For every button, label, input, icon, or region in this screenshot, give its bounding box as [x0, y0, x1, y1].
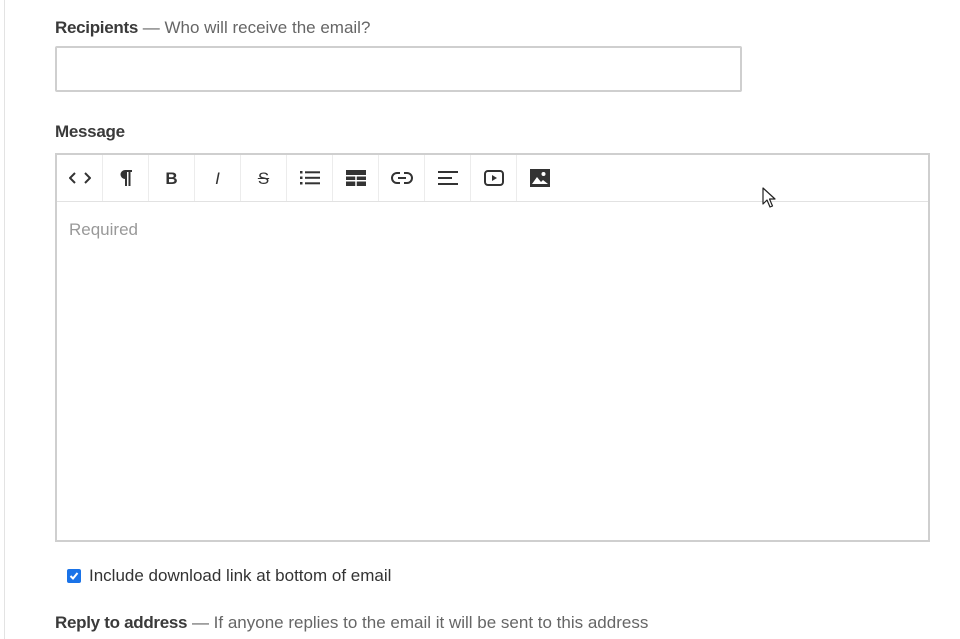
link-icon	[390, 172, 413, 184]
video-button[interactable]	[471, 155, 517, 201]
image-icon	[530, 169, 550, 187]
link-button[interactable]	[379, 155, 425, 201]
download-link-label: Include download link at bottom of email	[89, 566, 392, 585]
recipients-hint: — Who will receive the email?	[142, 18, 371, 37]
message-title: Message	[55, 122, 125, 141]
checkmark-icon	[69, 572, 79, 580]
email-form: Recipients — Who will receive the email?…	[4, 0, 960, 639]
message-label: Message	[55, 121, 125, 143]
table-icon	[345, 170, 366, 186]
message-editor: B I S Required	[55, 153, 930, 542]
strikethrough-icon: S	[257, 168, 270, 188]
recipients-title: Recipients	[55, 18, 138, 37]
recipients-input[interactable]	[55, 46, 742, 92]
pilcrow-icon	[120, 170, 132, 186]
code-icon	[68, 172, 91, 184]
download-link-option[interactable]: Include download link at bottom of email	[67, 566, 391, 586]
italic-icon: I	[215, 168, 220, 188]
bold-icon: B	[165, 168, 178, 188]
editor-toolbar: B I S	[57, 155, 928, 202]
reply-to-title: Reply to address	[55, 613, 188, 632]
image-button[interactable]	[517, 155, 563, 201]
italic-button[interactable]: I	[195, 155, 241, 201]
video-icon	[483, 170, 504, 186]
message-body[interactable]: Required	[57, 202, 928, 541]
bold-button[interactable]: B	[149, 155, 195, 201]
reply-to-hint: — If anyone replies to the email it will…	[191, 613, 649, 632]
message-placeholder: Required	[69, 220, 138, 239]
align-left-icon	[437, 171, 458, 185]
strikethrough-button[interactable]: S	[241, 155, 287, 201]
paragraph-button[interactable]	[103, 155, 149, 201]
code-view-button[interactable]	[57, 155, 103, 201]
align-button[interactable]	[425, 155, 471, 201]
list-button[interactable]	[287, 155, 333, 201]
list-icon	[299, 171, 320, 185]
table-button[interactable]	[333, 155, 379, 201]
reply-to-label: Reply to address — If anyone replies to …	[55, 612, 648, 634]
download-link-checkbox[interactable]	[67, 569, 81, 583]
recipients-label: Recipients — Who will receive the email?	[55, 17, 370, 39]
mouse-pointer-icon	[762, 187, 776, 208]
